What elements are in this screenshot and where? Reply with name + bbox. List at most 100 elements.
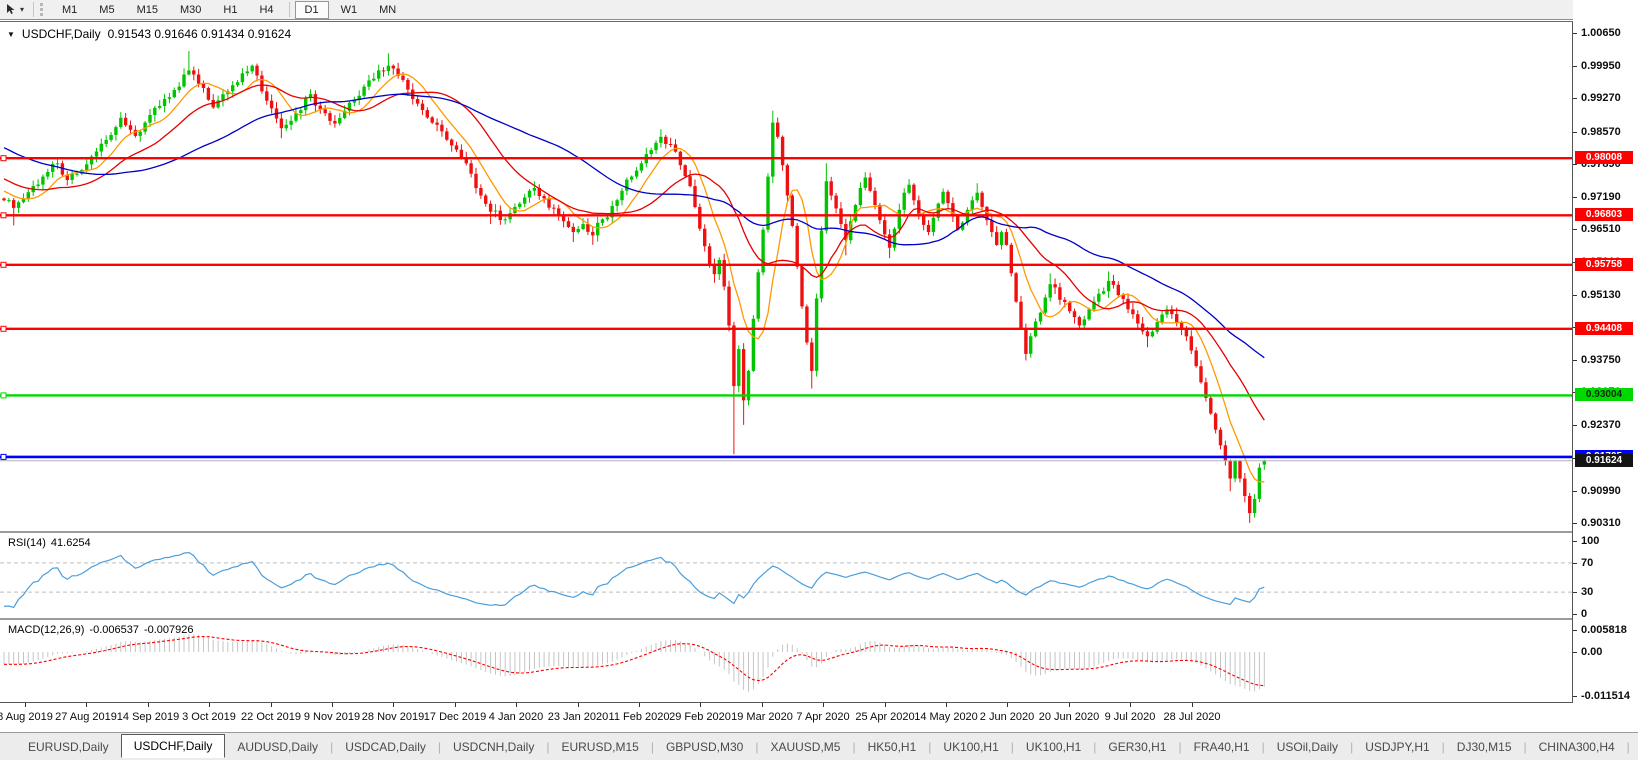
candle xyxy=(1233,459,1237,483)
candle xyxy=(148,109,152,127)
chart-tab-dj30-m15[interactable]: DJ30,M15 xyxy=(1445,736,1524,758)
candle xyxy=(863,172,867,191)
price-pane[interactable] xyxy=(0,22,1572,531)
candle xyxy=(411,83,415,105)
candle xyxy=(756,269,760,322)
candle xyxy=(1077,315,1082,330)
chart-tab-usdcnh-daily[interactable]: USDCNH,Daily xyxy=(441,736,546,758)
chart-tab-hk50-h1[interactable]: HK50,H1 xyxy=(856,736,929,758)
price-badge: 0.96803 xyxy=(1575,208,1633,221)
axis-tick xyxy=(1573,541,1577,542)
line-handle[interactable] xyxy=(0,261,7,268)
date-label: 9 Jul 2020 xyxy=(1104,711,1156,723)
timeframe-toolbar: ▾ M1 M5 M15 M30 H1 H4 D1 W1 MN xyxy=(0,0,1638,20)
date-tick xyxy=(271,703,272,707)
candle xyxy=(698,203,702,232)
chart-tab-gbpusd-m30[interactable]: GBPUSD,M30 xyxy=(654,736,755,758)
candle xyxy=(211,94,215,109)
candle xyxy=(912,183,916,206)
date-tick xyxy=(762,703,763,707)
candle xyxy=(425,107,429,119)
line-handle[interactable] xyxy=(0,453,7,460)
chart-tab-xauusd-m5[interactable]: XAUUSD,M5 xyxy=(758,736,852,758)
axis-tick xyxy=(1573,229,1577,230)
candle xyxy=(561,211,566,228)
candle xyxy=(834,192,838,214)
macd-label: MACD(12,26,9) -0.006537 -0.007926 xyxy=(8,624,194,636)
chart-tab-usdchf-daily[interactable]: USDCHF,Daily xyxy=(120,733,226,758)
date-axis[interactable]: 8 Aug 2019 27 Aug 2019 14 Sep 2019 3 Oct 20… xyxy=(0,703,1572,732)
timeframe-button-m5[interactable]: M5 xyxy=(89,1,124,19)
axis-tick xyxy=(1573,614,1577,615)
candle xyxy=(678,150,683,170)
candle xyxy=(357,90,361,105)
candle xyxy=(503,217,507,225)
candle xyxy=(1223,440,1228,466)
line-handle[interactable] xyxy=(0,392,7,399)
timeframe-button-mn[interactable]: MN xyxy=(369,1,406,19)
axis-tick xyxy=(1573,491,1577,492)
candle xyxy=(868,172,872,193)
toolbar-divider xyxy=(288,2,290,17)
candle xyxy=(1043,294,1047,315)
chart-tab-usoil-daily[interactable]: USOil,Daily xyxy=(1265,736,1350,758)
timeframe-button-d1[interactable]: D1 xyxy=(294,0,329,19)
candle xyxy=(586,218,590,235)
chart-tab-uk100-h1[interactable]: UK100,H1 xyxy=(1014,736,1093,758)
chart-tab-eurusd-daily[interactable]: EURUSD,Daily xyxy=(16,736,121,758)
candle xyxy=(1116,281,1120,298)
axis-tick xyxy=(1573,630,1577,631)
line-handle[interactable] xyxy=(0,212,7,219)
chart-tab-china300-h4[interactable]: CHINA300,H4 xyxy=(1527,736,1627,758)
rsi-pane[interactable] xyxy=(0,533,1572,618)
timeframe-button-m30[interactable]: M30 xyxy=(170,1,211,19)
axis-tick xyxy=(1573,523,1577,524)
date-tick xyxy=(86,703,87,707)
axis-tick xyxy=(1573,98,1577,99)
timeframe-button-h1[interactable]: H1 xyxy=(213,1,247,19)
chart-tab-usdjpy-h1[interactable]: USDJPY,H1 xyxy=(1353,736,1441,758)
date-tick xyxy=(1130,703,1131,707)
chart-tab-audusd-daily[interactable]: AUDUSD,Daily xyxy=(225,736,330,758)
candle xyxy=(1004,228,1009,246)
candle xyxy=(610,200,614,223)
candle xyxy=(1140,317,1145,335)
candle xyxy=(1029,333,1033,358)
candle xyxy=(46,168,50,180)
macd-indicator-name: MACD(12,26,9) xyxy=(8,624,85,636)
candle xyxy=(162,93,167,113)
timeframe-button-m1[interactable]: M1 xyxy=(52,1,87,19)
timeframe-button-w1[interactable]: W1 xyxy=(331,1,368,19)
collapse-arrow-icon[interactable]: ▼ xyxy=(7,30,15,39)
macd-signal-line xyxy=(4,635,1265,687)
candle xyxy=(1106,271,1111,298)
price-axis[interactable]: 1.00650 0.99950 0.99270 0.98570 0.97890 0.971… xyxy=(1573,0,1638,732)
chart-tab-usoil-h[interactable]: USOil,H xyxy=(1630,736,1638,758)
candle xyxy=(527,188,532,203)
cursor-tool-button[interactable]: ▾ xyxy=(0,1,29,19)
candle xyxy=(265,86,269,105)
line-handle[interactable] xyxy=(0,155,7,162)
line-handle[interactable] xyxy=(0,325,7,332)
candle xyxy=(751,315,756,372)
candle xyxy=(386,53,391,76)
timeframe-button-m15[interactable]: M15 xyxy=(127,1,168,19)
axis-label: 0.99950 xyxy=(1581,60,1621,72)
candle xyxy=(1111,275,1116,289)
chart-tab-ger30-h1[interactable]: GER30,H1 xyxy=(1096,736,1178,758)
chart-tab-fra40-h1[interactable]: FRA40,H1 xyxy=(1182,736,1262,758)
date-tick xyxy=(393,703,394,707)
date-tick xyxy=(1069,703,1070,707)
macd-pane[interactable] xyxy=(0,620,1572,702)
candle xyxy=(2,197,6,202)
timeframe-button-h4[interactable]: H4 xyxy=(249,1,283,19)
candle xyxy=(824,163,829,234)
chart-tab-uk100-h1[interactable]: UK100,H1 xyxy=(931,736,1010,758)
candle xyxy=(659,129,663,148)
chart-tab-eurusd-m15[interactable]: EURUSD,M15 xyxy=(549,736,650,758)
toolbar-grip[interactable] xyxy=(40,3,46,16)
date-label: 7 Apr 2020 xyxy=(796,711,850,723)
candle xyxy=(1019,296,1023,330)
chart-tab-usdcad-daily[interactable]: USDCAD,Daily xyxy=(333,736,438,758)
date-label: 29 Feb 2020 xyxy=(669,711,731,723)
